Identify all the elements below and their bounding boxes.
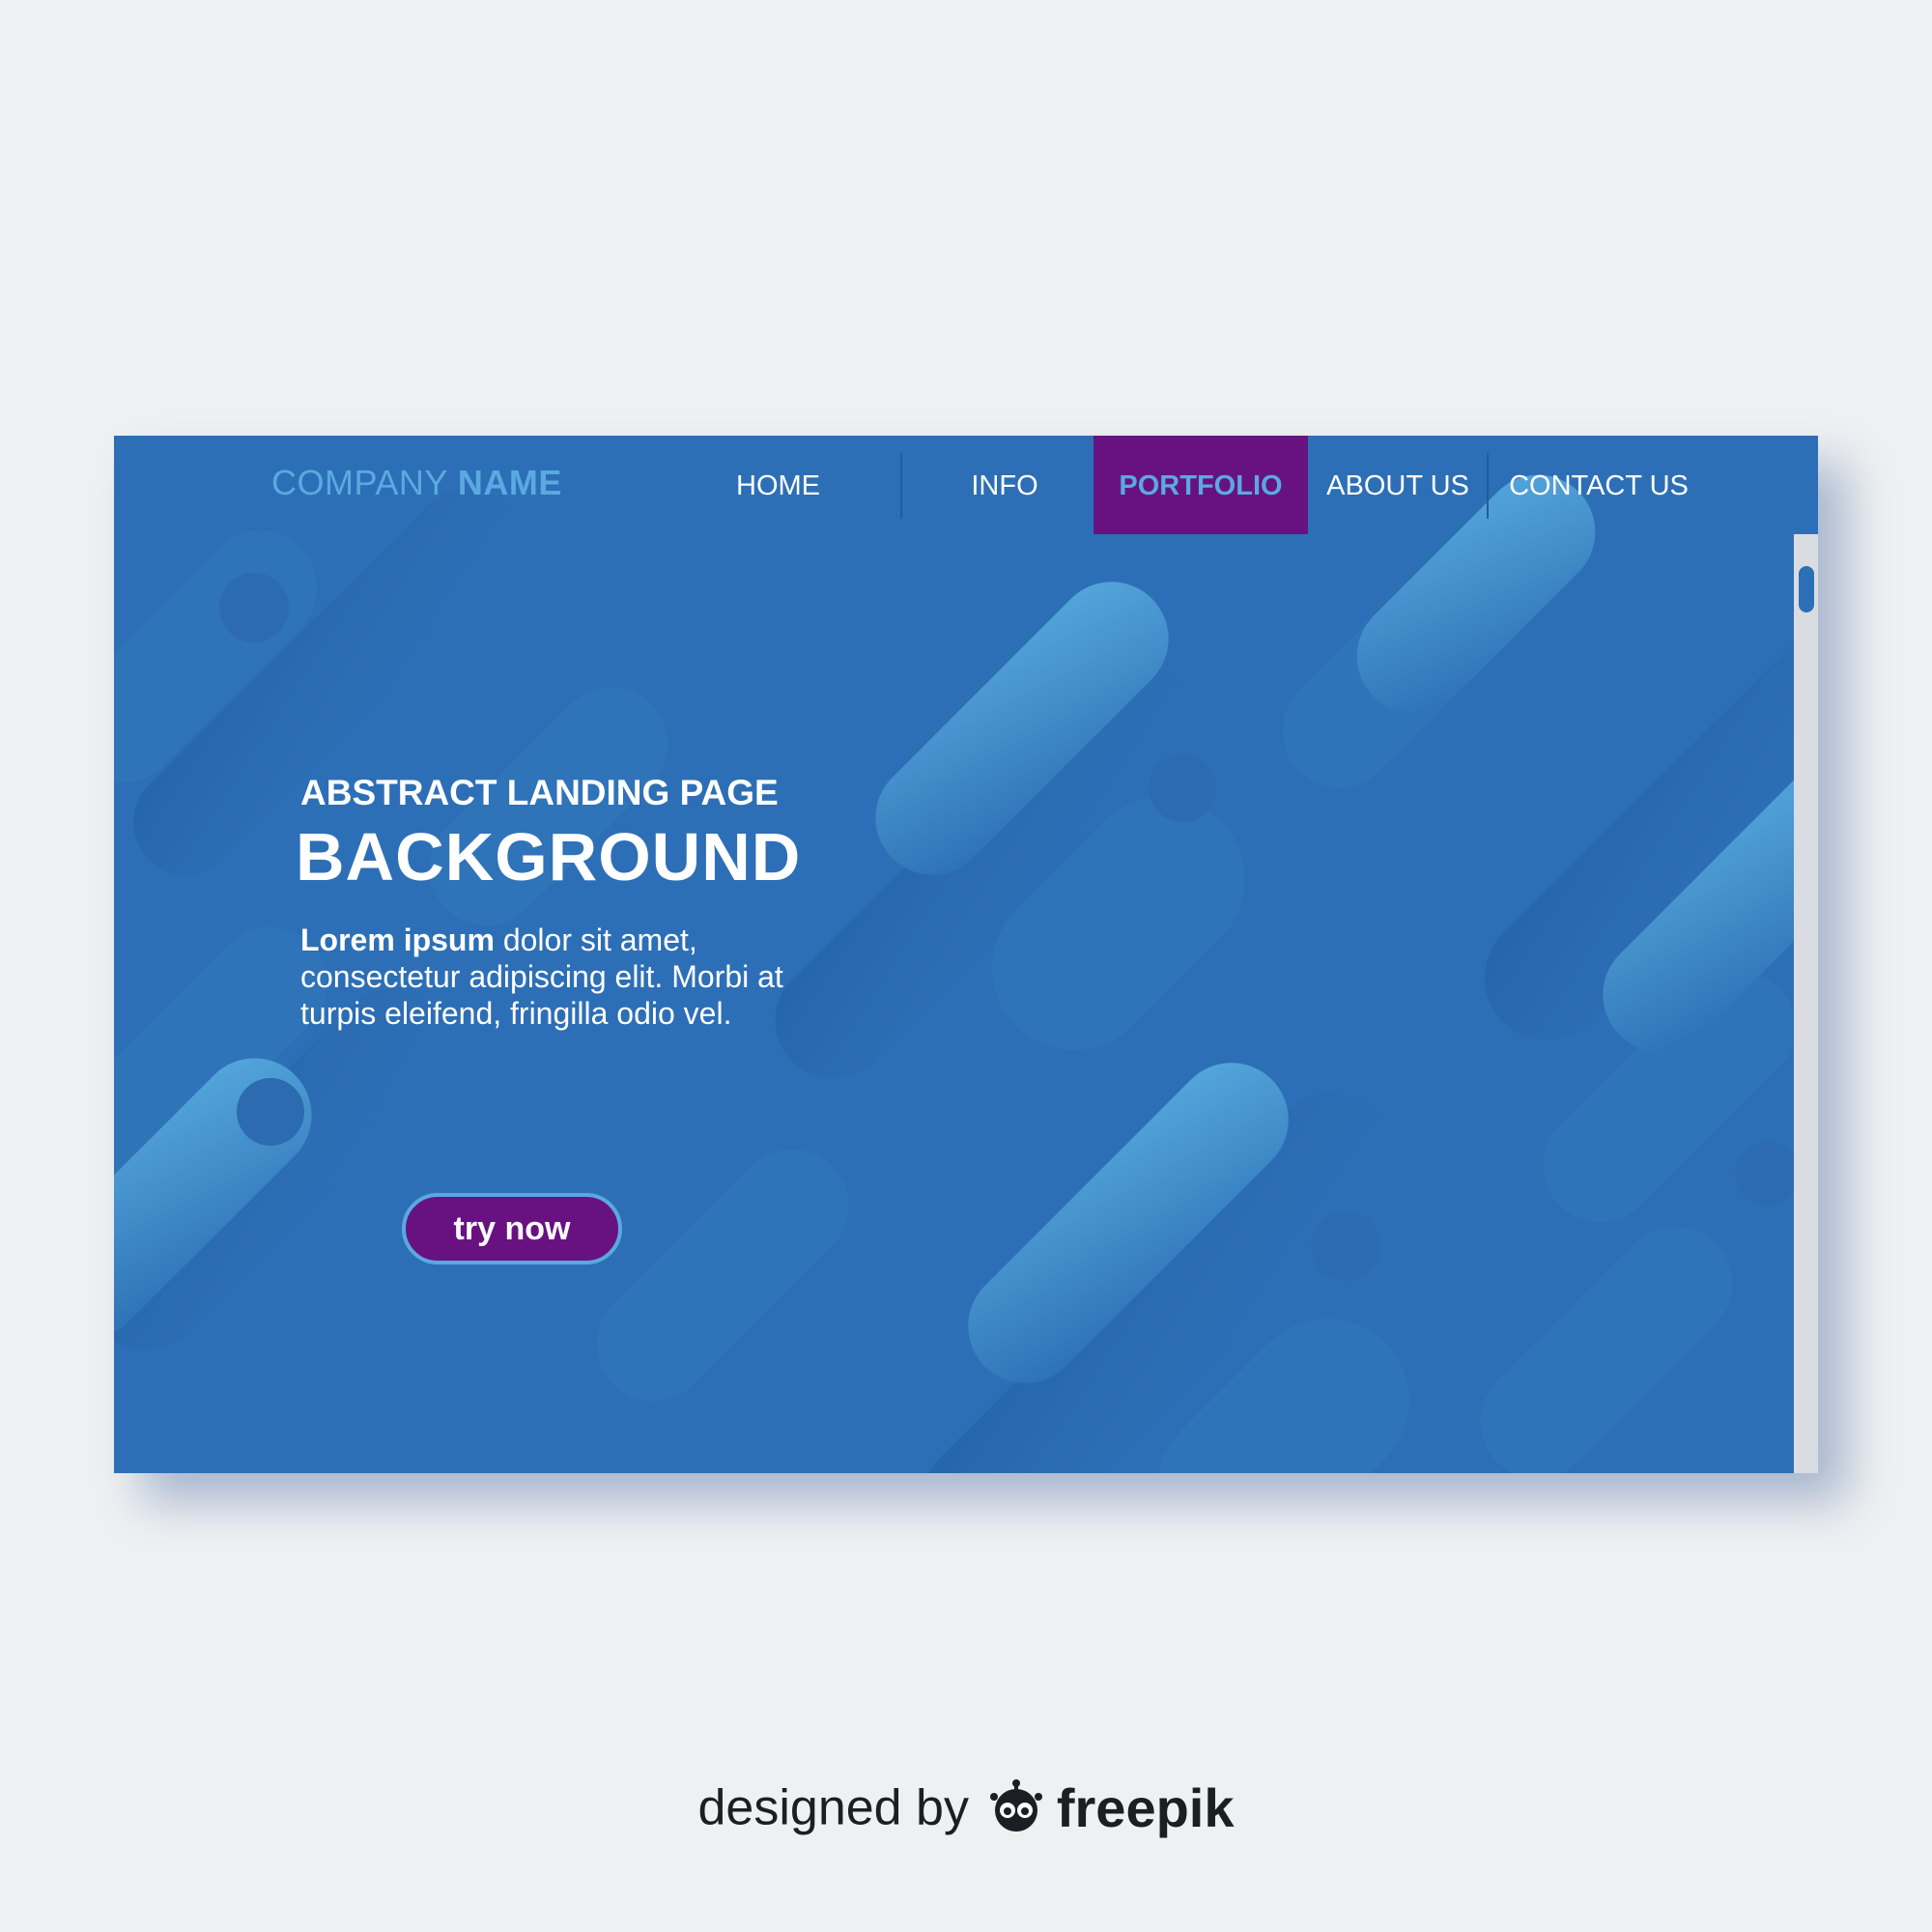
nav-item-home[interactable]: HOME: [703, 436, 853, 534]
hero-body-strong: Lorem ipsum: [300, 923, 495, 957]
hero-body-text: Lorem ipsum dolor sit amet, consectetur …: [300, 922, 803, 1032]
try-now-button[interactable]: try now: [402, 1193, 622, 1264]
company-logo[interactable]: COMPANY NAME: [271, 463, 562, 503]
scrollbar-thumb[interactable]: [1799, 566, 1814, 612]
freepik-logo-icon: [986, 1776, 1046, 1840]
hero-subtitle: ABSTRACT LANDING PAGE: [300, 773, 779, 812]
nav-item-info[interactable]: INFO: [927, 436, 1082, 534]
nav-item-portfolio[interactable]: PORTFOLIO: [1094, 436, 1308, 534]
designer-credit: designed by freepik: [0, 1776, 1932, 1862]
freepik-brand-name: freepik: [1056, 1777, 1235, 1838]
top-navbar: COMPANY NAME HOME INFO PORTFOLIO ABOUT US…: [114, 436, 1818, 534]
credit-text: designed by: [697, 1779, 969, 1836]
logo-text-strong: NAME: [457, 463, 562, 502]
nav-item-about-us[interactable]: ABOUT US: [1316, 436, 1480, 534]
nav-divider: [1487, 453, 1489, 519]
nav-divider: [900, 453, 902, 519]
logo-text-light: COMPANY: [271, 463, 448, 502]
hero-title: BACKGROUND: [296, 819, 802, 895]
scrollbar[interactable]: [1794, 534, 1818, 1473]
nav-item-contact-us[interactable]: CONTACT US: [1497, 436, 1700, 534]
landing-page-preview: COMPANY NAME HOME INFO PORTFOLIO ABOUT US…: [114, 436, 1818, 1473]
